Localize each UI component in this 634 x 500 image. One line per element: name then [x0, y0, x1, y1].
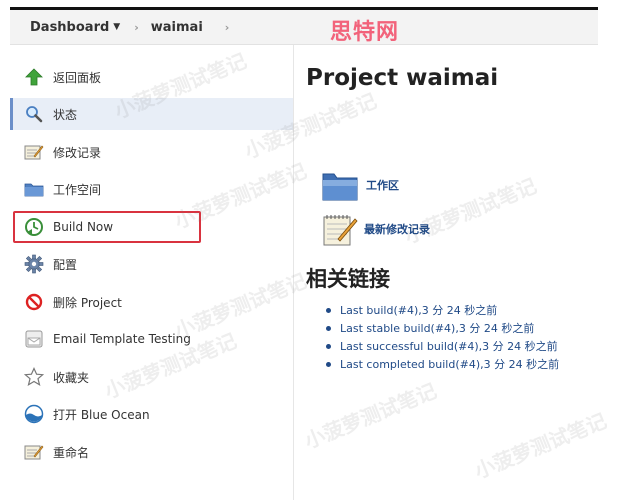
build-link-label: Last successful build(#4),3 分 24 秒之前 — [340, 340, 558, 353]
sidebar-item-label: 状态 — [53, 107, 78, 122]
notepad-icon — [23, 441, 45, 463]
sidebar-item-changes[interactable]: 修改记录 — [10, 136, 293, 168]
star-icon — [23, 366, 45, 388]
sidebar-item-rename[interactable]: 重命名 — [10, 436, 293, 468]
workspace-link-label: 工作区 — [366, 179, 399, 192]
main-content: Project waimai 工作区 最新修改记录 相关链接 Last buil… — [306, 45, 606, 500]
build-link-last-stable[interactable]: Last stable build(#4),3 分 24 秒之前 — [326, 319, 559, 337]
up-arrow-icon — [23, 66, 45, 88]
sidebar-item-status[interactable]: 状态 — [10, 98, 293, 130]
breadcrumb: Dashboard ▼ › waimai › — [10, 10, 598, 45]
folder-icon — [322, 173, 358, 201]
sidebar-item-label: 打开 Blue Ocean — [53, 407, 150, 422]
related-links-title: 相关链接 — [306, 267, 390, 291]
bullet — [326, 307, 331, 313]
bullet — [326, 325, 331, 331]
sidebar-item-label: 重命名 — [53, 445, 90, 460]
build-link-label: Last stable build(#4),3 分 24 秒之前 — [340, 322, 535, 335]
sidebar-item-workspace[interactable]: 工作空间 — [10, 173, 293, 205]
gear-icon — [23, 253, 45, 275]
sidebar: 返回面板 状态 修改记录 工作空间 Build Now 配置 删除 Projec… — [10, 45, 294, 500]
sidebar-item-label: 删除 Project — [53, 295, 122, 310]
breadcrumb-dashboard-label: Dashboard — [30, 19, 110, 35]
sidebar-item-label: Email Template Testing — [53, 332, 191, 346]
magnifier-icon — [23, 103, 45, 125]
sidebar-item-label: 修改记录 — [53, 145, 102, 160]
envelope-icon — [23, 328, 45, 350]
sidebar-item-label: 工作空间 — [53, 182, 102, 197]
caret-down-icon[interactable]: ▼ — [113, 22, 120, 32]
build-now-highlight — [13, 211, 201, 243]
bullet — [326, 343, 331, 349]
sidebar-item-label: 配置 — [53, 257, 78, 272]
notepad-icon — [23, 141, 45, 163]
build-link-label: Last build(#4),3 分 24 秒之前 — [340, 304, 498, 317]
blue-ocean-icon — [23, 403, 45, 425]
latest-changes-link-label: 最新修改记录 — [364, 223, 430, 236]
chevron-right-icon[interactable]: › — [134, 21, 139, 34]
build-link-last[interactable]: Last build(#4),3 分 24 秒之前 — [326, 301, 559, 319]
build-link-label: Last completed build(#4),3 分 24 秒之前 — [340, 358, 560, 371]
chevron-right-icon[interactable]: › — [225, 21, 230, 34]
workspace-link[interactable]: 工作区 — [322, 169, 399, 201]
latest-changes-link[interactable]: 最新修改记录 — [322, 211, 430, 247]
page-title: Project waimai — [306, 65, 499, 91]
build-links-list: Last build(#4),3 分 24 秒之前 Last stable bu… — [326, 301, 559, 373]
no-entry-icon — [23, 291, 45, 313]
sidebar-item-back-to-dashboard[interactable]: 返回面板 — [10, 61, 293, 93]
breadcrumb-dashboard[interactable]: Dashboard ▼ — [30, 20, 120, 35]
build-link-last-completed[interactable]: Last completed build(#4),3 分 24 秒之前 — [326, 355, 559, 373]
sidebar-item-open-blue-ocean[interactable]: 打开 Blue Ocean — [10, 398, 293, 430]
bullet — [326, 361, 331, 367]
sidebar-item-email-template-testing[interactable]: Email Template Testing — [10, 323, 293, 355]
sidebar-item-favorites[interactable]: 收藏夹 — [10, 361, 293, 393]
notepad-icon — [323, 215, 358, 246]
sidebar-item-configure[interactable]: 配置 — [10, 248, 293, 280]
build-link-last-successful[interactable]: Last successful build(#4),3 分 24 秒之前 — [326, 337, 559, 355]
breadcrumb-project[interactable]: waimai — [151, 20, 203, 35]
sidebar-item-label: 收藏夹 — [53, 370, 90, 385]
sidebar-item-delete-project[interactable]: 删除 Project — [10, 286, 293, 318]
brand-logo: 思特网 — [330, 20, 400, 45]
folder-icon — [23, 178, 45, 200]
sidebar-item-label: 返回面板 — [53, 70, 102, 85]
